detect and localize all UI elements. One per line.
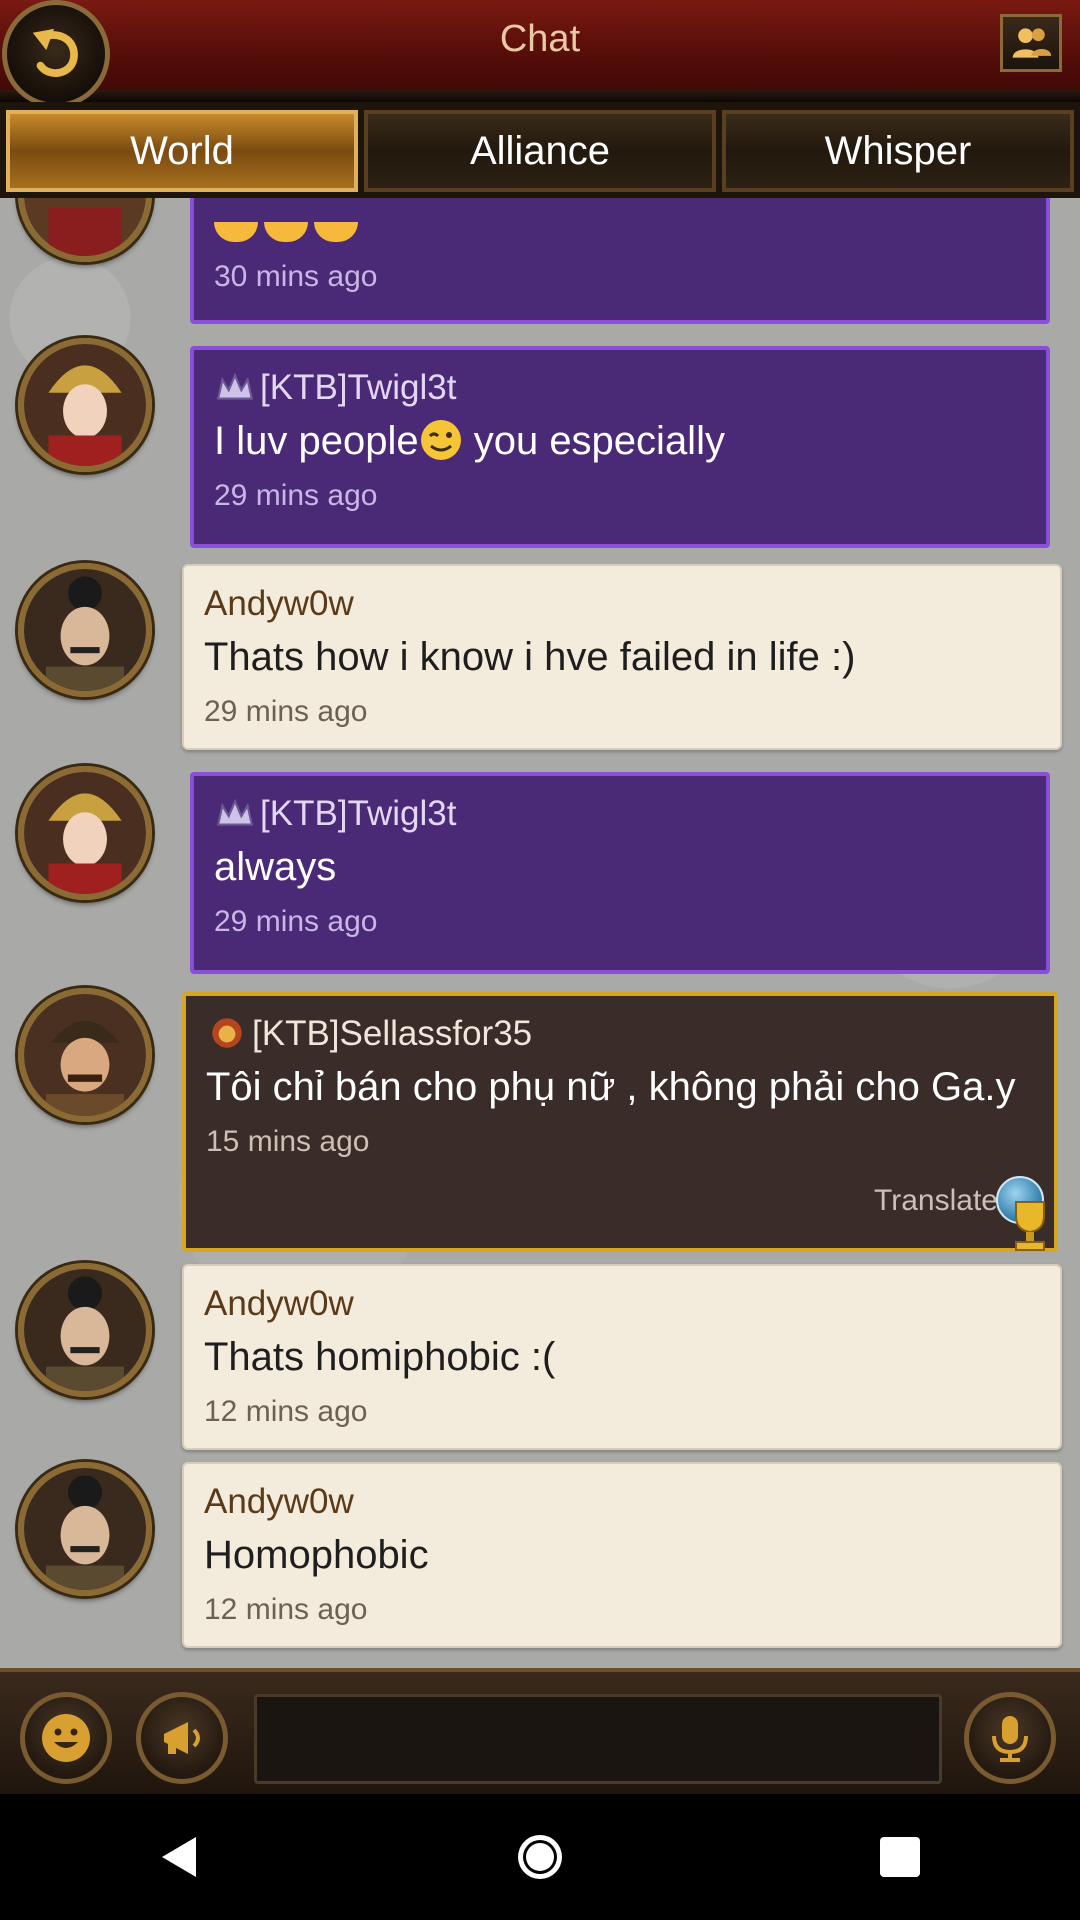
chat-tabs: World Alliance Whisper bbox=[0, 102, 1080, 198]
list-item: [KTB]Sellassfor35 Tôi chỉ bán cho phụ nữ… bbox=[182, 992, 1058, 1252]
message-time: 30 mins ago bbox=[214, 260, 378, 293]
chat-header: Chat bbox=[0, 0, 1080, 108]
nav-home-button[interactable] bbox=[480, 1797, 600, 1917]
megaphone-icon bbox=[164, 1722, 200, 1754]
nav-recents-button[interactable] bbox=[840, 1797, 960, 1917]
laughing-emoji-row bbox=[214, 222, 1026, 247]
tab-alliance[interactable]: Alliance bbox=[364, 110, 716, 192]
friends-button[interactable] bbox=[1000, 14, 1062, 72]
list-item: Andyw0w Thats homiphobic :( 12 mins ago bbox=[182, 1264, 1062, 1450]
list-item: Andyw0w Thats how i know i hve failed in… bbox=[182, 564, 1062, 750]
message-time: 12 mins ago bbox=[204, 1593, 368, 1626]
avatar[interactable] bbox=[18, 338, 152, 472]
message-text: always bbox=[214, 845, 337, 889]
avatar[interactable] bbox=[18, 766, 152, 900]
wink-emoji-icon bbox=[420, 420, 461, 460]
friends-icon bbox=[1012, 28, 1052, 58]
lion-badge-icon bbox=[212, 1018, 242, 1048]
message-time: 12 mins ago bbox=[204, 1395, 368, 1428]
message-text: Thats how i know i hve failed in life :) bbox=[204, 635, 856, 679]
message-text: Tôi chỉ bán cho phụ nữ , không phải cho … bbox=[206, 1065, 1016, 1109]
translate-button[interactable]: Translate bbox=[874, 1184, 998, 1218]
message-author: [KTB]Twigl3t bbox=[214, 366, 1026, 410]
author-name: [KTB]Sellassfor35 bbox=[252, 1014, 533, 1053]
avatar[interactable] bbox=[18, 563, 152, 697]
author-name: [KTB]Twigl3t bbox=[260, 368, 457, 407]
back-arrow-icon bbox=[32, 28, 78, 77]
chat-message-list[interactable]: 30 mins ago [KTB]Twigl3t I luv people yo… bbox=[0, 198, 1080, 1668]
message-text-part: you especially bbox=[462, 419, 725, 463]
nav-back-button[interactable] bbox=[120, 1797, 240, 1917]
message-time: 29 mins ago bbox=[204, 695, 368, 728]
message-author: Andyw0w bbox=[204, 584, 354, 623]
laughing-emoji-icon bbox=[214, 222, 258, 242]
message-time: 29 mins ago bbox=[214, 905, 378, 938]
trophy-icon bbox=[1015, 1201, 1045, 1251]
system-nav-bar bbox=[0, 1794, 1080, 1920]
author-name: [KTB]Twigl3t bbox=[260, 794, 457, 833]
list-item: 30 mins ago bbox=[190, 198, 1050, 324]
back-button[interactable] bbox=[2, 0, 110, 108]
avatar[interactable] bbox=[18, 988, 152, 1122]
message-author: [KTB]Twigl3t bbox=[214, 792, 1026, 836]
message-time: 15 mins ago bbox=[206, 1125, 370, 1158]
chat-input[interactable] bbox=[254, 1694, 942, 1784]
list-item: Andyw0w Homophobic 12 mins ago bbox=[182, 1462, 1062, 1648]
message-time: 29 mins ago bbox=[214, 479, 378, 512]
message-text: Homophobic bbox=[204, 1533, 429, 1577]
avatar[interactable] bbox=[18, 1462, 152, 1596]
message-author: Andyw0w bbox=[204, 1482, 354, 1521]
laughing-emoji-icon bbox=[314, 222, 358, 242]
chat-input-bar bbox=[0, 1668, 1080, 1798]
announcement-button[interactable] bbox=[136, 1692, 228, 1784]
avatar[interactable] bbox=[18, 1263, 152, 1397]
avatar[interactable] bbox=[18, 198, 152, 262]
voice-button[interactable] bbox=[964, 1692, 1056, 1784]
crown-badge-icon bbox=[216, 798, 254, 826]
list-item: [KTB]Twigl3t I luv people you especially… bbox=[190, 346, 1050, 548]
message-text: I luv people you especially bbox=[214, 416, 1026, 466]
emoji-button[interactable] bbox=[20, 1692, 112, 1784]
laughing-emoji-icon bbox=[264, 222, 308, 242]
message-text: Thats homiphobic :( bbox=[204, 1335, 556, 1379]
page-title: Chat bbox=[499, 18, 581, 60]
message-author: Andyw0w bbox=[204, 1284, 354, 1323]
header-rim bbox=[0, 90, 1080, 102]
home-circle-icon bbox=[518, 1835, 562, 1879]
message-text-part: I luv people bbox=[214, 419, 419, 463]
list-item: [KTB]Twigl3t always 29 mins ago bbox=[190, 772, 1050, 974]
microphone-icon bbox=[992, 1716, 1028, 1762]
smiley-icon bbox=[42, 1714, 90, 1762]
back-triangle-icon bbox=[162, 1837, 196, 1877]
message-author: [KTB]Sellassfor35 bbox=[206, 1012, 1034, 1056]
tab-world[interactable]: World bbox=[6, 110, 358, 192]
tab-whisper[interactable]: Whisper bbox=[722, 110, 1074, 192]
recents-square-icon bbox=[880, 1837, 920, 1877]
crown-badge-icon bbox=[216, 372, 254, 400]
